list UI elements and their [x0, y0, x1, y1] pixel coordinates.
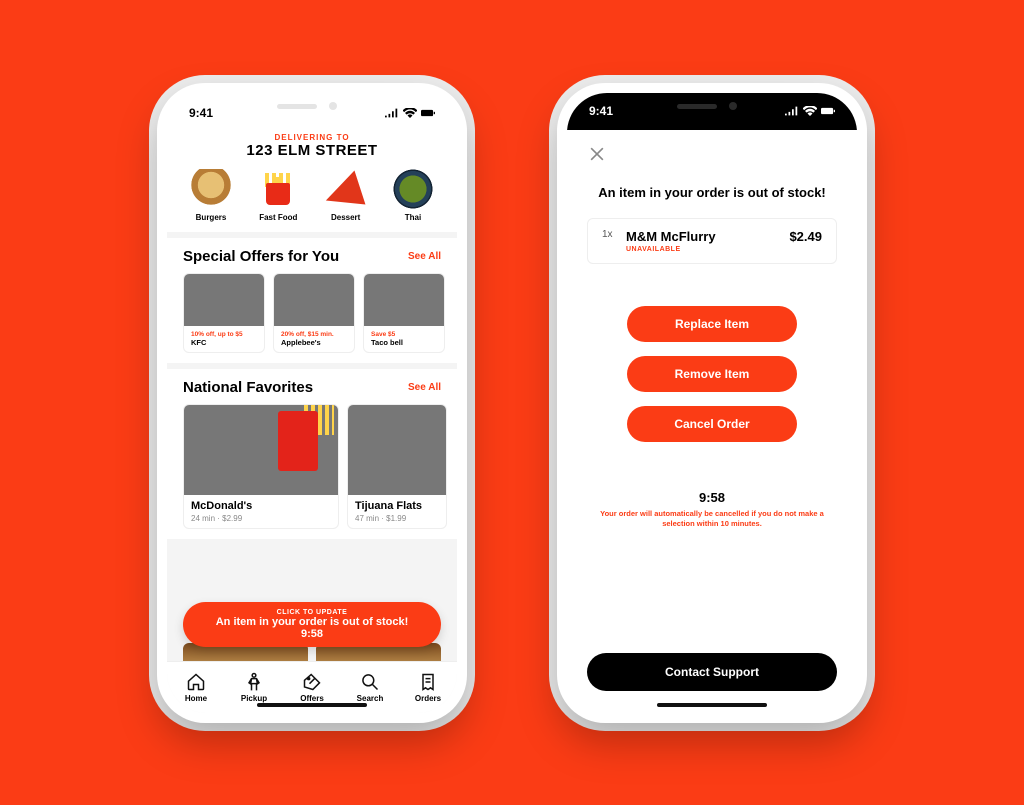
tab-label: Offers	[300, 694, 324, 703]
cancel-order-button[interactable]: Cancel Order	[627, 406, 797, 442]
item-quantity: 1x	[602, 229, 626, 240]
action-buttons: Replace Item Remove Item Cancel Order	[627, 306, 797, 442]
favorite-restaurant: McDonald's	[191, 500, 331, 512]
offer-restaurant: Taco bell	[371, 338, 437, 347]
tab-label: Search	[357, 694, 384, 703]
battery-icon	[821, 106, 835, 116]
favorite-meta: 24 min · $2.99	[191, 514, 331, 523]
phone-home: 9:41 DELIVERING TO 123 ELM STREET Burger…	[157, 83, 467, 723]
status-time: 9:41	[189, 106, 213, 120]
wifi-icon	[803, 106, 817, 116]
orders-icon	[418, 672, 438, 692]
tab-orders[interactable]: Orders	[403, 672, 453, 703]
status-icons	[385, 108, 435, 118]
offer-promo: 10% off, up to $5	[191, 331, 257, 338]
home-indicator	[657, 703, 767, 707]
category-label: Thai	[405, 213, 421, 222]
close-icon[interactable]	[587, 144, 607, 164]
offer-promo: Save $5	[371, 331, 437, 338]
screen-home: 9:41 DELIVERING TO 123 ELM STREET Burger…	[167, 93, 457, 713]
national-favorites-section: National Favorites See All McDonald's 24 …	[167, 369, 457, 539]
countdown-timer: 9:58	[587, 490, 837, 505]
category-label: Burgers	[196, 213, 227, 222]
item-status: UNAVAILABLE	[626, 246, 789, 253]
tab-label: Home	[185, 694, 207, 703]
category-row: Burgers Fast Food Dessert Thai	[183, 169, 441, 222]
favorite-restaurant: Tijuana Flats	[355, 500, 439, 512]
remove-item-button[interactable]: Remove Item	[627, 356, 797, 392]
status-icons	[785, 106, 835, 116]
out-of-stock-item: 1x M&M McFlurry UNAVAILABLE $2.49	[587, 218, 837, 264]
offers-icon	[302, 672, 322, 692]
modal-title: An item in your order is out of stock!	[587, 185, 837, 200]
category-label: Dessert	[331, 213, 360, 222]
countdown-block: 9:58 Your order will automatically be ca…	[587, 490, 837, 529]
search-icon	[360, 672, 380, 692]
offers-title: Special Offers for You	[183, 248, 339, 265]
favorite-image	[348, 405, 446, 495]
device-notch	[237, 93, 387, 119]
header-panel: DELIVERING TO 123 ELM STREET Burgers Fas…	[167, 133, 457, 232]
replace-item-button[interactable]: Replace Item	[627, 306, 797, 342]
tab-offers[interactable]: Offers	[287, 672, 337, 703]
battery-icon	[421, 108, 435, 118]
thai-icon	[391, 169, 435, 209]
category-fastfood[interactable]: Fast Food	[250, 169, 306, 222]
category-label: Fast Food	[259, 213, 297, 222]
favorite-card[interactable]: Tijuana Flats 47 min · $1.99	[347, 404, 447, 529]
category-thai[interactable]: Thai	[385, 169, 441, 222]
offer-image	[274, 274, 354, 326]
delivery-address[interactable]: 123 ELM STREET	[183, 142, 441, 159]
wifi-icon	[403, 108, 417, 118]
offer-image	[184, 274, 264, 326]
favorite-image	[184, 405, 338, 495]
offer-card[interactable]: Save $5Taco bell	[363, 273, 445, 353]
special-offers-section: Special Offers for You See All 10% off, …	[167, 238, 457, 363]
offer-card[interactable]: 20% off, $15 min.Applebee's	[273, 273, 355, 353]
tab-label: Pickup	[241, 694, 267, 703]
tab-pickup[interactable]: Pickup	[229, 672, 279, 703]
banner-timer: 9:58	[203, 628, 421, 640]
category-dessert[interactable]: Dessert	[318, 169, 374, 222]
offer-restaurant: Applebee's	[281, 338, 347, 347]
home-icon	[186, 672, 206, 692]
home-indicator	[257, 703, 367, 707]
tab-home[interactable]: Home	[171, 672, 221, 703]
contact-support-button[interactable]: Contact Support	[587, 653, 837, 691]
offers-see-all-link[interactable]: See All	[408, 251, 441, 262]
favorites-see-all-link[interactable]: See All	[408, 382, 441, 393]
offers-scroll[interactable]: 10% off, up to $5KFC 20% off, $15 min.Ap…	[183, 273, 457, 353]
home-content[interactable]: DELIVERING TO 123 ELM STREET Burgers Fas…	[167, 133, 457, 713]
offer-restaurant: KFC	[191, 338, 257, 347]
favorite-card[interactable]: McDonald's 24 min · $2.99	[183, 404, 339, 529]
fries-icon	[256, 169, 300, 209]
countdown-warning: Your order will automatically be cancell…	[587, 509, 837, 529]
banner-eyebrow: CLICK TO UPDATE	[203, 609, 421, 616]
tab-search[interactable]: Search	[345, 672, 395, 703]
pickup-icon	[244, 672, 264, 692]
category-burgers[interactable]: Burgers	[183, 169, 239, 222]
offer-card[interactable]: 10% off, up to $5KFC	[183, 273, 265, 353]
burger-icon	[189, 169, 233, 209]
out-of-stock-content: An item in your order is out of stock! 1…	[567, 130, 857, 713]
item-name: M&M McFlurry	[626, 229, 789, 244]
device-notch	[637, 93, 787, 119]
banner-message: An item in your order is out of stock!	[203, 616, 421, 628]
offer-promo: 20% off, $15 min.	[281, 331, 347, 338]
screen-out-of-stock: 9:41 An item in your order is out of sto…	[567, 93, 857, 713]
out-of-stock-banner[interactable]: CLICK TO UPDATE An item in your order is…	[183, 602, 441, 647]
offer-image	[364, 274, 444, 326]
cellular-icon	[385, 108, 399, 118]
cake-icon	[324, 169, 368, 209]
tab-label: Orders	[415, 694, 441, 703]
favorites-title: National Favorites	[183, 379, 313, 396]
favorites-scroll[interactable]: McDonald's 24 min · $2.99 Tijuana Flats 47…	[183, 404, 457, 529]
status-time: 9:41	[589, 104, 613, 118]
favorite-meta: 47 min · $1.99	[355, 514, 439, 523]
phone-out-of-stock: 9:41 An item in your order is out of sto…	[557, 83, 867, 723]
cellular-icon	[785, 106, 799, 116]
delivering-to-label: DELIVERING TO	[183, 133, 441, 142]
item-price: $2.49	[789, 229, 822, 244]
